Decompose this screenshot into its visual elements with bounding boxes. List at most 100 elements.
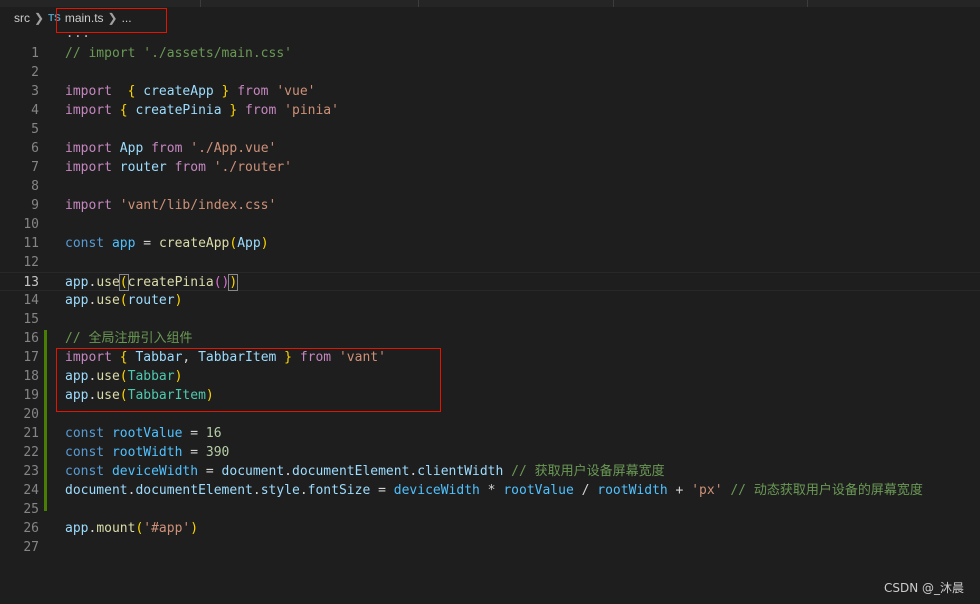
code-token: * bbox=[479, 483, 504, 498]
code-line[interactable]: 7 import router from './router' bbox=[0, 158, 980, 177]
code-line[interactable]: 25 bbox=[0, 500, 980, 519]
code-token: const bbox=[65, 236, 105, 251]
code-token: document bbox=[221, 464, 285, 479]
code-line[interactable]: 4 import { createPinia } from 'pinia' bbox=[0, 101, 980, 120]
line-number: 8 bbox=[31, 179, 39, 194]
line-number: 24 bbox=[23, 483, 39, 498]
code-token: style bbox=[260, 483, 300, 498]
code-token: 16 bbox=[205, 426, 222, 441]
code-token: documentElement bbox=[135, 483, 253, 498]
code-line[interactable]: 12 bbox=[0, 253, 980, 272]
code-editor[interactable]: 1// import './assets/main.css' 2 3 import {… bbox=[0, 44, 980, 557]
code-token: fontSize bbox=[307, 483, 371, 498]
code-line[interactable]: 9 import 'vant/lib/index.css' bbox=[0, 196, 980, 215]
code-token: ) bbox=[190, 521, 199, 536]
code-line[interactable]: 22 const rootWidth = 390 bbox=[0, 443, 980, 462]
code-token: document bbox=[65, 483, 128, 498]
code-line[interactable]: 10 bbox=[0, 215, 980, 234]
code-text: import { createApp } from 'vue' bbox=[65, 82, 315, 101]
code-line[interactable]: 16 // 全局注册引入组件 bbox=[0, 329, 980, 348]
code-line[interactable]: 15 bbox=[0, 310, 980, 329]
code-token: app bbox=[65, 521, 89, 536]
code-token: documentElement bbox=[292, 464, 410, 479]
watermark: CSDN @_沐晨 bbox=[883, 581, 964, 595]
code-line[interactable]: 14 app.use(router) bbox=[0, 291, 980, 310]
code-line[interactable]: 1 // import './assets/main.css' bbox=[0, 44, 980, 63]
code-token: // bbox=[503, 464, 535, 479]
code-token: import bbox=[65, 84, 112, 99]
code-token: router bbox=[111, 160, 167, 175]
code-token: rootValue bbox=[104, 426, 183, 441]
breadcrumb-folder[interactable]: src bbox=[14, 11, 30, 25]
line-number: 12 bbox=[23, 255, 39, 270]
code-token: // bbox=[722, 483, 754, 498]
code-token: 390 bbox=[205, 445, 230, 460]
line-number: 3 bbox=[31, 84, 39, 99]
code-line[interactable]: 2 bbox=[0, 63, 980, 82]
code-line[interactable]: 13 app.use(createPinia()) bbox=[0, 272, 980, 291]
code-token: = bbox=[370, 483, 394, 498]
code-token: './App.vue' bbox=[190, 141, 277, 156]
code-token: 全局注册引入组件 bbox=[88, 331, 193, 346]
code-line[interactable]: 11 const app = createApp(App) bbox=[0, 234, 980, 253]
code-token: import bbox=[65, 198, 112, 213]
code-token: rootValue bbox=[503, 483, 574, 498]
line-number: 20 bbox=[23, 407, 39, 422]
code-token: '#app' bbox=[143, 521, 191, 536]
code-text: app.use(createPinia()) bbox=[65, 273, 239, 292]
line-number: 7 bbox=[31, 160, 39, 175]
code-token: use bbox=[96, 293, 120, 308]
code-line[interactable]: 26 app.mount('#app') bbox=[0, 519, 980, 538]
tab-divider bbox=[613, 0, 614, 7]
code-token: clientWidth bbox=[417, 464, 504, 479]
code-token: from bbox=[143, 141, 191, 156]
code-token: app bbox=[104, 236, 136, 251]
code-text: const rootWidth = 390 bbox=[65, 443, 229, 462]
code-line[interactable]: 3 import { createApp } from 'vue' bbox=[0, 82, 980, 101]
sticky-scroll-ellipsis: ... bbox=[66, 26, 91, 40]
code-text: // 全局注册引入组件 bbox=[65, 329, 193, 348]
code-token: ) bbox=[260, 236, 269, 251]
line-number: 1 bbox=[31, 46, 39, 61]
code-line[interactable]: 21 const rootValue = 16 bbox=[0, 424, 980, 443]
code-line[interactable]: 24 document.documentElement.style.fontSiz… bbox=[0, 481, 980, 500]
code-text: app.use(router) bbox=[65, 291, 182, 310]
code-text: import 'vant/lib/index.css' bbox=[65, 196, 276, 215]
code-token: App bbox=[111, 141, 144, 156]
code-line[interactable]: 5 bbox=[0, 120, 980, 139]
code-token: createApp bbox=[158, 236, 230, 251]
code-text: const deviceWidth = document.documentEle… bbox=[65, 462, 665, 481]
code-text: const rootValue = 16 bbox=[65, 424, 222, 443]
line-number: 10 bbox=[23, 217, 39, 232]
code-token: = bbox=[198, 464, 222, 479]
line-number: 11 bbox=[23, 236, 39, 251]
code-token: app bbox=[65, 293, 89, 308]
code-text: import { createPinia } from 'pinia' bbox=[65, 101, 339, 120]
code-token: / bbox=[573, 483, 598, 498]
line-number: 16 bbox=[23, 331, 39, 346]
code-token: . bbox=[284, 464, 292, 479]
code-line[interactable]: 8 bbox=[0, 177, 980, 196]
line-number: 13 bbox=[23, 275, 39, 290]
line-number: 18 bbox=[23, 369, 39, 384]
code-token: ( bbox=[118, 274, 129, 291]
code-token: deviceWidth bbox=[393, 483, 480, 498]
line-number: 5 bbox=[31, 122, 39, 137]
code-token: . bbox=[299, 483, 308, 498]
code-token: createPinia bbox=[127, 275, 214, 290]
code-token: ( bbox=[119, 293, 128, 308]
code-line[interactable]: 23 const deviceWidth = document.documentE… bbox=[0, 462, 980, 481]
code-line[interactable]: 27 bbox=[0, 538, 980, 557]
line-number: 21 bbox=[23, 426, 39, 441]
code-token: import bbox=[65, 103, 112, 118]
line-number: 14 bbox=[23, 293, 39, 308]
line-number: 26 bbox=[23, 521, 39, 536]
code-token: from bbox=[166, 160, 214, 175]
code-token: const bbox=[65, 445, 105, 460]
line-number: 17 bbox=[23, 350, 39, 365]
line-number: 4 bbox=[31, 103, 39, 118]
code-token: ) bbox=[228, 274, 239, 291]
code-line[interactable]: 6 import App from './App.vue' bbox=[0, 139, 980, 158]
code-token: createApp bbox=[135, 84, 222, 99]
